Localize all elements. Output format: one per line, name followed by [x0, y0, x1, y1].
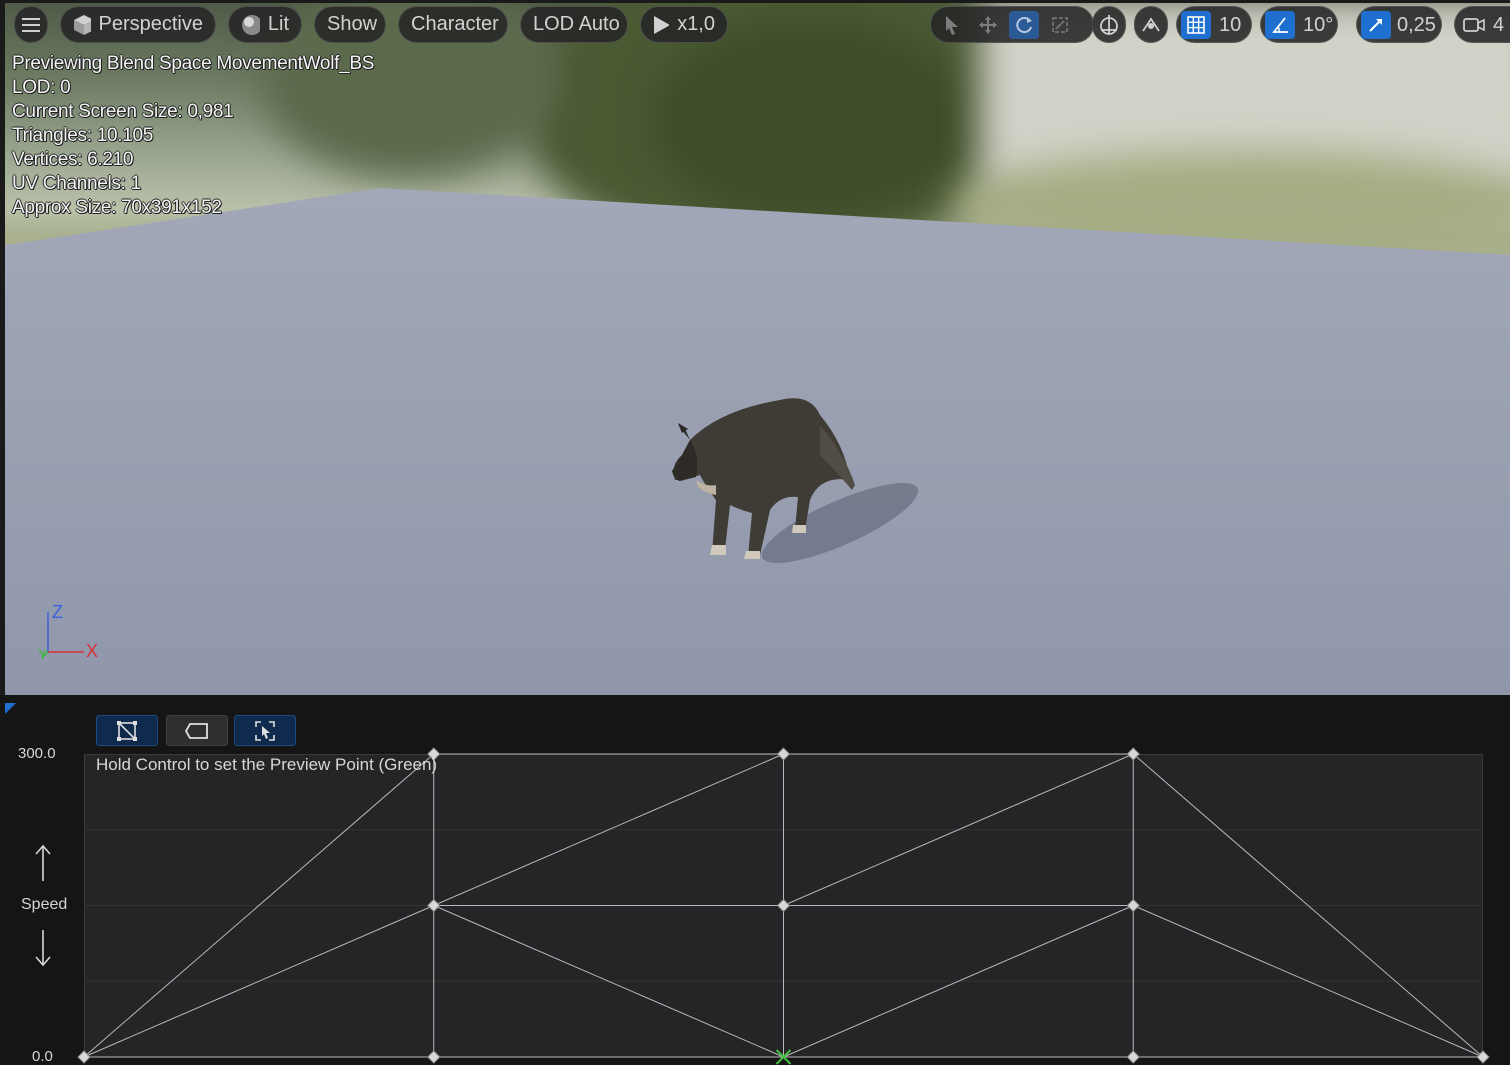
- axis-z-label: Z: [52, 602, 63, 622]
- axis-gizmo: Z X Y: [30, 600, 110, 670]
- rotate-icon: [1016, 17, 1032, 34]
- sample-point[interactable]: [776, 747, 791, 761]
- lod-label: LOD Auto: [533, 13, 620, 35]
- select-tool-button[interactable]: [937, 11, 967, 39]
- hamburger-icon: [22, 17, 40, 32]
- lit-label: Lit: [267, 13, 289, 35]
- lit-button[interactable]: Lit: [228, 6, 302, 43]
- blend-space-editor-panel: 300.0 0.0 Speed Hold Control to set the …: [0, 695, 1510, 1065]
- grid-snap-group[interactable]: 10: [1176, 6, 1252, 43]
- lod-button[interactable]: LOD Auto: [520, 6, 628, 43]
- transform-tools-group: [930, 6, 1094, 43]
- play-speed-label: x1,0: [677, 13, 715, 35]
- scale-icon: [1052, 17, 1068, 33]
- viewport-top-border: [0, 0, 1510, 3]
- preview-viewport[interactable]: Perspective Lit Show Character LOD Auto …: [0, 0, 1510, 695]
- stats-lod-line: LOD: 0: [12, 77, 71, 98]
- play-icon: [654, 15, 670, 34]
- move-icon: [979, 16, 997, 34]
- stats-approx-size-line: Approx Size: 70x391x152: [12, 197, 222, 218]
- camera-speed-button[interactable]: [1459, 11, 1489, 39]
- rotation-snap-value: 10°: [1303, 14, 1334, 36]
- stats-preview-line: Previewing Blend Space MovementWolf_BS: [12, 53, 375, 74]
- rotation-snap-group[interactable]: 10°: [1260, 6, 1338, 43]
- wolf-character-mesh: [672, 398, 919, 563]
- camera-icon: [1463, 18, 1485, 32]
- rotate-tool-button[interactable]: [1009, 11, 1039, 39]
- sample-point[interactable]: [1126, 1050, 1140, 1064]
- sample-point[interactable]: [427, 898, 441, 913]
- scale-tool-button[interactable]: [1045, 11, 1075, 39]
- stats-vertices-line: Vertices: 6.210: [12, 149, 134, 170]
- camera-speed-value: 4: [1493, 14, 1505, 36]
- sphere-icon: [242, 14, 260, 35]
- viewport-left-border: [0, 0, 5, 695]
- preview-point-hint: Hold Control to set the Preview Point (G…: [96, 755, 438, 774]
- play-speed-button[interactable]: x1,0: [640, 6, 728, 43]
- translate-tool-button[interactable]: [973, 11, 1003, 39]
- scale-snap-value: 0,25: [1397, 14, 1436, 36]
- stats-triangles-line: Triangles: 10.105: [12, 125, 154, 146]
- scale-snap-group[interactable]: 0,25: [1356, 6, 1442, 43]
- surface-snap-button[interactable]: [1134, 6, 1168, 43]
- coordinate-system-button[interactable]: [1092, 6, 1126, 43]
- axis-y-label: Y: [38, 646, 48, 662]
- character-label: Character: [411, 13, 499, 35]
- viewport-menu-button[interactable]: [14, 6, 48, 43]
- stats-screen-size-line: Current Screen Size: 0,981: [12, 101, 234, 122]
- sample-point[interactable]: [427, 1050, 441, 1064]
- viewport-toolbar: Perspective Lit Show Character LOD Auto …: [14, 6, 1510, 44]
- surface-snap-icon: [1142, 16, 1160, 31]
- scale-arrow-icon: [1369, 19, 1382, 32]
- camera-speed-group[interactable]: 4: [1454, 6, 1510, 43]
- blend-space-graph[interactable]: [0, 695, 1510, 1065]
- grid-snap-value: 10: [1219, 14, 1242, 36]
- perspective-button[interactable]: Perspective: [60, 6, 216, 43]
- grid-icon: [1187, 16, 1205, 34]
- sample-point[interactable]: [776, 898, 791, 913]
- show-label: Show: [327, 13, 378, 35]
- preview-stats-overlay: Previewing Blend Space MovementWolf_BS L…: [12, 52, 374, 220]
- cursor-icon: [946, 16, 958, 35]
- world-axes-icon: [1100, 14, 1118, 35]
- stats-uv-channels-line: UV Channels: 1: [12, 173, 141, 194]
- cube-icon: [74, 14, 91, 35]
- perspective-label: Perspective: [98, 13, 204, 35]
- rotation-snap-toggle[interactable]: [1265, 11, 1295, 39]
- angle-icon: [1272, 17, 1288, 33]
- sample-point[interactable]: [1126, 898, 1140, 913]
- scale-snap-toggle[interactable]: [1361, 11, 1391, 39]
- show-button[interactable]: Show: [314, 6, 386, 43]
- grid-snap-toggle[interactable]: [1181, 11, 1211, 39]
- axis-x-label: X: [86, 641, 99, 661]
- character-button[interactable]: Character: [398, 6, 508, 43]
